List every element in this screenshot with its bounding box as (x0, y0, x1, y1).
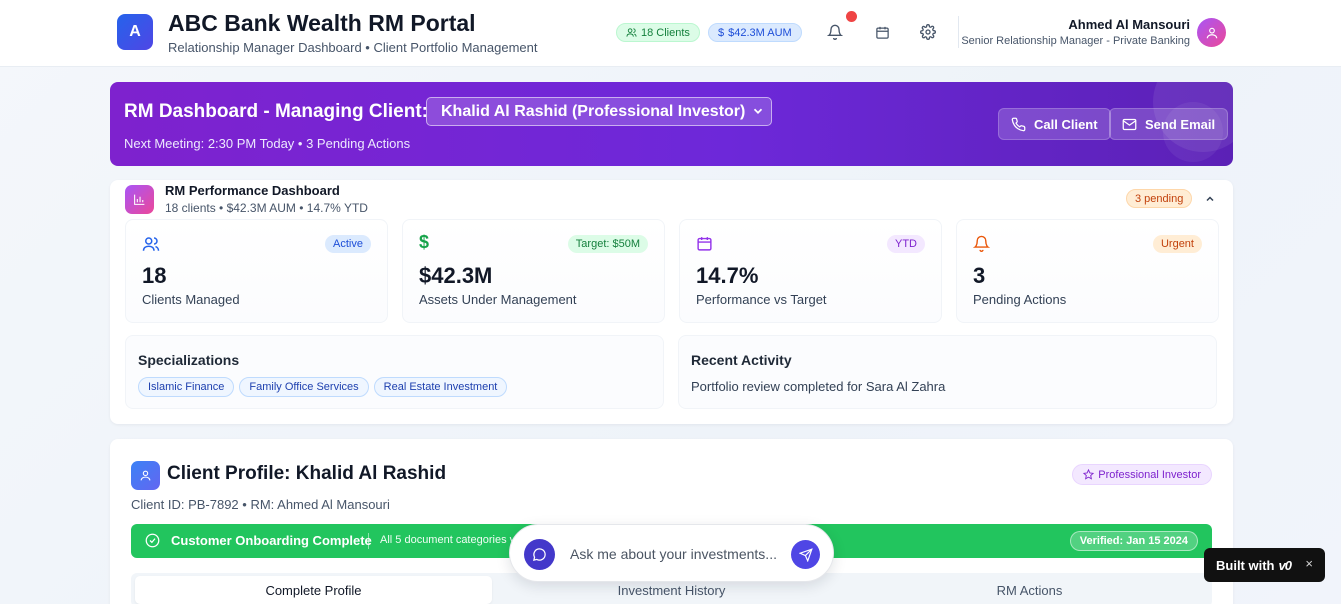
bell-icon (973, 235, 990, 252)
performance-subtitle: 18 clients • $42.3M AUM • 14.7% YTD (165, 201, 368, 215)
tab-complete-profile[interactable]: Complete Profile (135, 576, 492, 604)
stat-label: Clients Managed (142, 292, 240, 307)
stat-card-pending: Urgent 3 Pending Actions (956, 219, 1219, 323)
selected-client: Khalid Al Rashid (Professional Investor) (441, 102, 746, 120)
client-select[interactable]: Khalid Al Rashid (Professional Investor) (426, 97, 772, 126)
stat-value: $42.3M (419, 263, 493, 288)
send-button[interactable] (791, 540, 820, 569)
built-with-label: Built with (1216, 557, 1275, 573)
recent-activity-text: Portfolio review completed for Sara Al Z… (691, 379, 946, 394)
aum-chip: $ $42.3M AUM (708, 23, 802, 42)
stat-value: 14.7% (696, 263, 759, 288)
phone-icon (1011, 117, 1026, 131)
user-avatar[interactable] (1197, 18, 1226, 47)
chat-button[interactable] (524, 539, 555, 570)
send-icon (798, 547, 813, 562)
chevron-up-icon[interactable] (1204, 193, 1216, 205)
onboarding-detail: All 5 document categories v (380, 534, 516, 546)
logo-letter: A (129, 23, 141, 40)
next-meeting-info: Next Meeting: 2:30 PM Today • 3 Pending … (124, 136, 411, 151)
chat-input[interactable] (570, 544, 785, 564)
user-role: Senior Relationship Manager - Private Ba… (961, 35, 1190, 47)
send-email-label: Send Email (1145, 116, 1216, 132)
onboarding-divider (368, 533, 369, 549)
stat-label: Pending Actions (973, 292, 1067, 307)
client-profile-title: Client Profile: Khalid Al Rashid (167, 463, 447, 484)
investor-type-label: Professional Investor (1098, 468, 1201, 481)
specialization-tag: Real Estate Investment (373, 377, 508, 397)
stat-card-clients: Active 18 Clients Managed (125, 219, 388, 323)
gear-icon[interactable] (918, 22, 938, 42)
app-subtitle: Relationship Manager Dashboard • Client … (168, 40, 538, 55)
user-icon (1206, 27, 1217, 38)
bank-logo: A (117, 14, 153, 50)
stat-card-performance: YTD 14.7% Performance vs Target (679, 219, 942, 323)
call-client-button[interactable]: Call Client (998, 108, 1111, 140)
aum-chip-label: $42.3M AUM (728, 26, 792, 39)
stat-value: 3 (973, 263, 986, 288)
tab-rm-actions[interactable]: RM Actions (851, 576, 1208, 604)
stat-badge: Active (325, 235, 371, 253)
banner-title: RM Dashboard - Managing Client: (124, 101, 428, 122)
built-with-badge[interactable]: Built with v0 × (1204, 548, 1325, 582)
calendar-icon (697, 237, 712, 251)
app-title: ABC Bank Wealth RM Portal (168, 10, 476, 36)
header-divider (958, 16, 959, 48)
recent-activity-title: Recent Activity (691, 352, 792, 368)
close-icon[interactable]: × (1305, 556, 1313, 571)
users-icon (626, 28, 637, 37)
call-client-label: Call Client (1034, 116, 1098, 132)
user-name: Ahmed Al Mansouri (1068, 17, 1190, 32)
bar-chart-icon (125, 185, 154, 214)
recent-activity-card: Recent Activity Portfolio review complet… (678, 335, 1217, 409)
stat-card-aum: $ Target: $50M $42.3M Assets Under Manag… (402, 219, 665, 323)
pending-badge: 3 pending (1126, 189, 1193, 208)
clients-count-chip: 18 Clients (616, 23, 700, 42)
performance-title: RM Performance Dashboard (165, 183, 340, 198)
stat-label: Performance vs Target (696, 292, 827, 307)
specialization-tag: Islamic Finance (138, 377, 235, 397)
dollar-icon: $ (718, 26, 725, 39)
stat-label: Assets Under Management (419, 292, 577, 307)
top-header: A ABC Bank Wealth RM Portal Relationship… (0, 0, 1341, 67)
calendar-icon[interactable] (872, 22, 892, 42)
stat-badge: Target: $50M (567, 235, 648, 253)
performance-dashboard-card: RM Performance Dashboard 18 clients • $4… (110, 180, 1233, 424)
specializations-title: Specializations (138, 352, 240, 368)
users-icon (142, 237, 160, 251)
clients-chip-label: 18 Clients (641, 26, 690, 39)
stat-value: 18 (142, 263, 167, 288)
user-icon (131, 461, 160, 490)
investor-type-badge: Professional Investor (1072, 464, 1212, 485)
chevron-down-icon (753, 108, 763, 114)
notification-dot (846, 11, 857, 22)
verified-badge: Verified: Jan 15 2024 (1069, 531, 1198, 551)
mail-icon (1122, 118, 1137, 130)
bell-icon[interactable] (825, 22, 845, 42)
onboarding-title: Customer Onboarding Complete (171, 533, 372, 548)
check-circle-icon (145, 533, 160, 548)
client-id-info: Client ID: PB-7892 • RM: Ahmed Al Mansou… (131, 497, 390, 512)
send-email-button[interactable]: Send Email (1109, 108, 1229, 140)
v0-logo: v0 (1278, 557, 1293, 573)
client-banner: RM Dashboard - Managing Client: Khalid A… (110, 82, 1233, 166)
chat-assistant-bar (509, 524, 834, 582)
specializations-card: Specializations Islamic Finance Family O… (125, 335, 664, 409)
dollar-icon: $ (419, 232, 430, 252)
stat-badge: Urgent (1152, 235, 1202, 253)
specialization-tag: Family Office Services (239, 377, 369, 397)
stat-badge: YTD (887, 235, 925, 253)
specialization-tags: Islamic Finance Family Office Services R… (138, 377, 508, 397)
message-icon (533, 548, 546, 561)
star-icon (1083, 469, 1095, 480)
